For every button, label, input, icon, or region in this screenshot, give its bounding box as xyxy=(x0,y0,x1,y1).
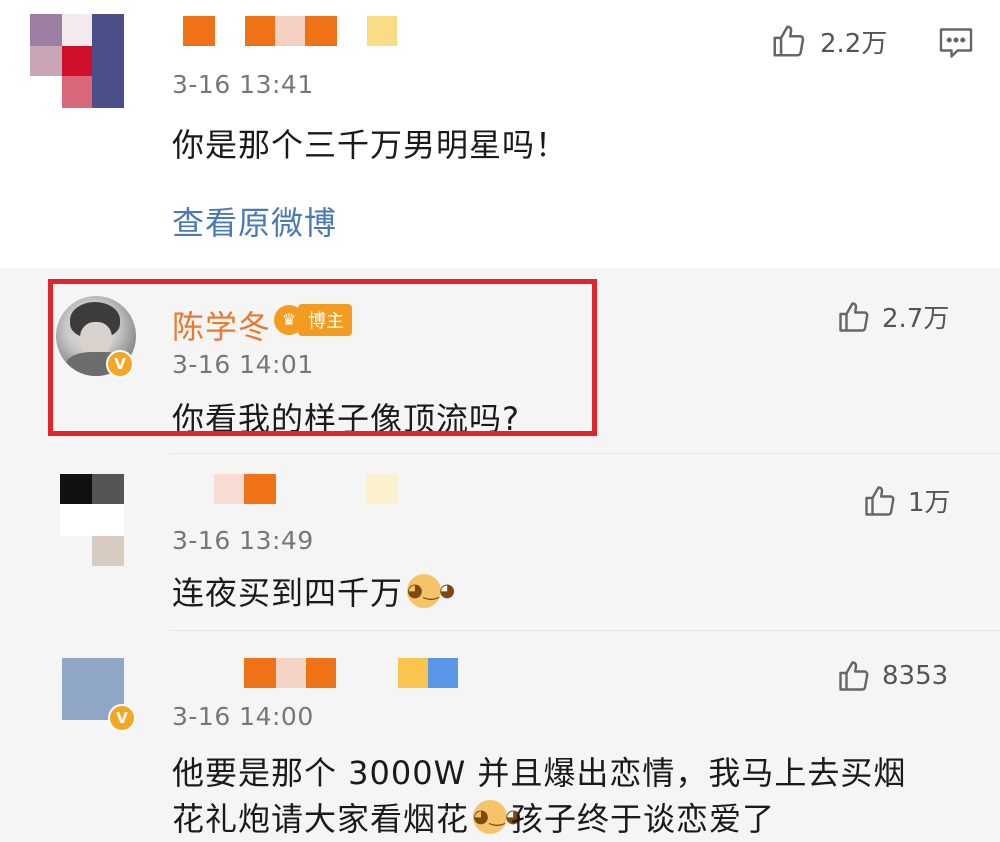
divider xyxy=(170,630,1000,631)
comment-icon xyxy=(939,28,973,58)
comment-text-part: 孩子终于谈恋爱了 xyxy=(511,800,776,838)
comment-time: 3-16 14:00 xyxy=(172,702,314,731)
comment-text-content: 连夜买到四千万 xyxy=(172,574,404,612)
like-button[interactable]: 8353 xyxy=(836,658,948,694)
username-redacted[interactable] xyxy=(244,658,464,688)
like-count: 2.2万 xyxy=(820,28,888,59)
thumbs-up-icon xyxy=(865,485,895,516)
comment-text-line2: 花礼炮请大家看烟花 ◕‿◕ 孩子终于谈恋爱了 xyxy=(172,794,775,840)
like-button[interactable]: 2.2万 xyxy=(770,22,887,60)
thumbs-up-icon xyxy=(773,25,805,57)
comment-text: 连夜买到四千万 ◕‿◕ xyxy=(172,568,455,614)
thumbs-up-icon xyxy=(839,301,869,332)
like-count: 2.7万 xyxy=(882,304,950,334)
crown-icon: ♛ xyxy=(274,305,304,335)
view-original-weibo-link[interactable]: 查看原微博 xyxy=(172,198,337,244)
avatar[interactable] xyxy=(60,474,124,566)
username-redacted[interactable] xyxy=(214,474,404,504)
doge-emoji-icon: ◕‿◕ xyxy=(473,800,521,834)
divider xyxy=(170,453,1000,454)
comment-time: 3-16 13:41 xyxy=(172,70,314,99)
username-redacted[interactable] xyxy=(183,16,403,46)
highlight-frame xyxy=(48,279,597,436)
doge-emoji-icon: ◕‿◕ xyxy=(407,574,455,608)
thumbs-up-icon xyxy=(839,661,869,691)
like-count: 8353 xyxy=(882,661,949,691)
reply-button[interactable] xyxy=(938,26,974,64)
like-count: 1万 xyxy=(908,488,951,518)
comment-text-line1: 他要是那个 3000W 并且爆出恋情，我马上去买烟 xyxy=(172,754,907,792)
avatar[interactable] xyxy=(30,14,124,108)
comment-text: 你是那个三千万男明星吗！ xyxy=(172,126,569,164)
like-button[interactable]: 2.7万 xyxy=(836,298,949,335)
verified-v-icon: V xyxy=(108,704,136,732)
comment-time: 3-16 13:49 xyxy=(172,526,314,555)
comment-text-part: 花礼炮请大家看烟花 xyxy=(172,800,470,838)
like-button[interactable]: 1万 xyxy=(862,482,951,519)
